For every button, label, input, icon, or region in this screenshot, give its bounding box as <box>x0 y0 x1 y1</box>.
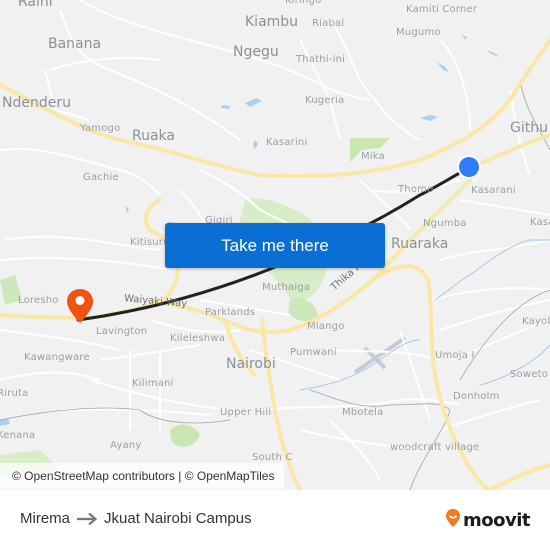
moovit-wordmark: moovit <box>463 510 531 531</box>
place-label: Kayole <box>522 316 550 327</box>
park-area <box>170 424 200 447</box>
water-body <box>420 115 438 121</box>
water-body <box>245 98 262 107</box>
place-label: Muthaiga <box>262 282 311 293</box>
place-label: Pumwani <box>290 347 337 358</box>
place-label: Upper Hill <box>220 407 272 418</box>
place-label: Githu <box>510 120 548 136</box>
destination-label: Jkuat Nairobi Campus <box>104 510 252 527</box>
place-label: Mika <box>361 151 385 162</box>
place-label: Mugumo <box>396 27 441 38</box>
take-me-there-button[interactable]: Take me there <box>165 223 385 268</box>
water-body <box>462 35 467 40</box>
moovit-pin-icon <box>445 508 461 533</box>
place-label: Umoja I <box>435 350 475 361</box>
place-label: Kilimani <box>132 378 174 389</box>
water-body <box>437 62 449 72</box>
place-label: Soweto <box>510 369 549 380</box>
water-body <box>487 50 499 57</box>
place-label: woodcraft village <box>390 442 480 453</box>
arrow-right-icon <box>76 512 98 526</box>
place-label: Riruta <box>0 388 29 399</box>
place-label: Thome <box>398 184 434 195</box>
place-label: Kasarini <box>266 137 308 148</box>
place-label: South C <box>252 452 293 463</box>
place-label: Kamiti Corner <box>406 4 478 15</box>
place-label: Lavington <box>96 326 148 337</box>
map-view[interactable]: Raini Banana Ndenderu Yamogo Ruaka Gachie Kiam… <box>0 0 550 490</box>
water-body <box>221 105 230 109</box>
place-label: Ruaka <box>132 128 175 144</box>
park-area <box>288 298 318 322</box>
place-label: Kiambu <box>245 14 299 30</box>
place-label: Mbotela <box>342 407 384 418</box>
place-label: Banana <box>48 36 102 52</box>
moovit-logo[interactable]: moovit <box>445 508 531 533</box>
place-label: Kawangware <box>24 352 90 363</box>
place-label: Ndenderu <box>2 95 71 111</box>
place-label: Kitisuru <box>130 237 170 248</box>
place-label: Kenana <box>0 430 36 441</box>
place-label: Raini <box>18 0 53 10</box>
place-label: Donholm <box>453 391 500 402</box>
place-label: Kugeria <box>305 95 345 106</box>
water-body <box>125 205 129 213</box>
place-label: Ayany <box>110 440 142 451</box>
place-label: Ngegu <box>233 44 279 60</box>
origin-dot-icon[interactable] <box>459 157 479 177</box>
origin-label: Mirema <box>20 510 71 527</box>
destination-pin-icon[interactable] <box>66 288 94 324</box>
map-attribution[interactable]: © OpenStreetMap contributors | © OpenMap… <box>0 463 285 489</box>
place-label: Kiringo <box>285 0 322 6</box>
place-label: Kileleshwa <box>170 333 226 344</box>
place-label: Ruaraka <box>391 236 449 252</box>
place-label: Riabai <box>312 18 345 29</box>
place-label: Parklands <box>205 307 256 318</box>
place-label: Thathi-ini <box>296 54 346 65</box>
place-label: Ngumba <box>423 218 467 229</box>
place-label: Gachie <box>83 172 119 183</box>
place-label: Kasa <box>530 217 550 228</box>
place-label: Kasarani <box>471 185 516 196</box>
place-label: Yamogo <box>80 123 121 134</box>
place-label: Mlango <box>307 321 345 332</box>
place-label: Loresho <box>18 295 59 306</box>
water-body <box>253 140 258 149</box>
airport-runway <box>353 336 407 374</box>
place-label: Nairobi <box>226 356 276 372</box>
route-summary: Mirema Jkuat Nairobi Campus <box>20 510 252 527</box>
railway <box>309 389 451 490</box>
